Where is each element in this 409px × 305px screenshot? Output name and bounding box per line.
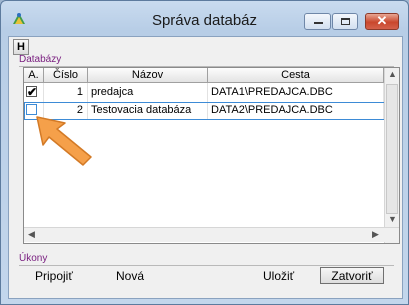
close-icon: ✕ (376, 13, 388, 28)
column-header-path[interactable]: Cesta (208, 68, 384, 83)
actions-group-divider (19, 265, 394, 266)
pointer-arrow-icon (36, 116, 92, 166)
column-header-number[interactable]: Číslo (44, 68, 88, 83)
number-cell: 1 (44, 83, 88, 101)
dialog-content: H Databázy A. Číslo Názov Cesta ✔ 1 pred… (8, 36, 403, 299)
title-bar[interactable]: Správa databáz ✕ (1, 1, 408, 37)
database-manager-window: Správa databáz ✕ H Databázy A. Číslo Náz… (0, 0, 409, 305)
vertical-scrollbar[interactable]: ▲ ▼ (384, 68, 399, 243)
horizontal-scrollbar[interactable]: ◀ ▶ (24, 227, 399, 242)
save-button[interactable]: Uložiť (263, 269, 294, 283)
column-header-name[interactable]: Názov (88, 68, 208, 83)
table-row[interactable]: ✔ 1 predajca DATA1\PREDAJCA.DBC (24, 83, 384, 101)
active-checkbox[interactable]: ✔ (26, 85, 37, 99)
actions-group-label: Úkony (19, 253, 48, 264)
scroll-right-icon[interactable]: ▶ (372, 229, 379, 240)
column-header-active[interactable]: A. (24, 68, 44, 83)
active-cell: ✔ (24, 83, 44, 101)
name-cell: predajca (88, 83, 208, 101)
scroll-left-icon[interactable]: ◀ (28, 229, 35, 240)
scroll-down-icon[interactable]: ▼ (388, 214, 397, 224)
path-cell: DATA1\PREDAJCA.DBC (208, 83, 384, 101)
close-window-button[interactable]: ✕ (365, 13, 399, 30)
maximize-button[interactable] (332, 13, 358, 30)
maximize-icon (341, 18, 350, 25)
databases-group-label: Databázy (19, 54, 62, 65)
new-button[interactable]: Nová (116, 269, 144, 283)
checkmark-icon: ✔ (27, 85, 38, 99)
h-button[interactable]: H (13, 39, 29, 55)
connect-button[interactable]: Pripojiť (35, 269, 73, 283)
minimize-icon (314, 22, 323, 24)
minimize-button[interactable] (304, 13, 331, 30)
scroll-up-icon[interactable]: ▲ (388, 69, 397, 79)
close-button[interactable]: Zatvoriť (320, 267, 384, 284)
vertical-scroll-thumb[interactable] (386, 84, 398, 214)
